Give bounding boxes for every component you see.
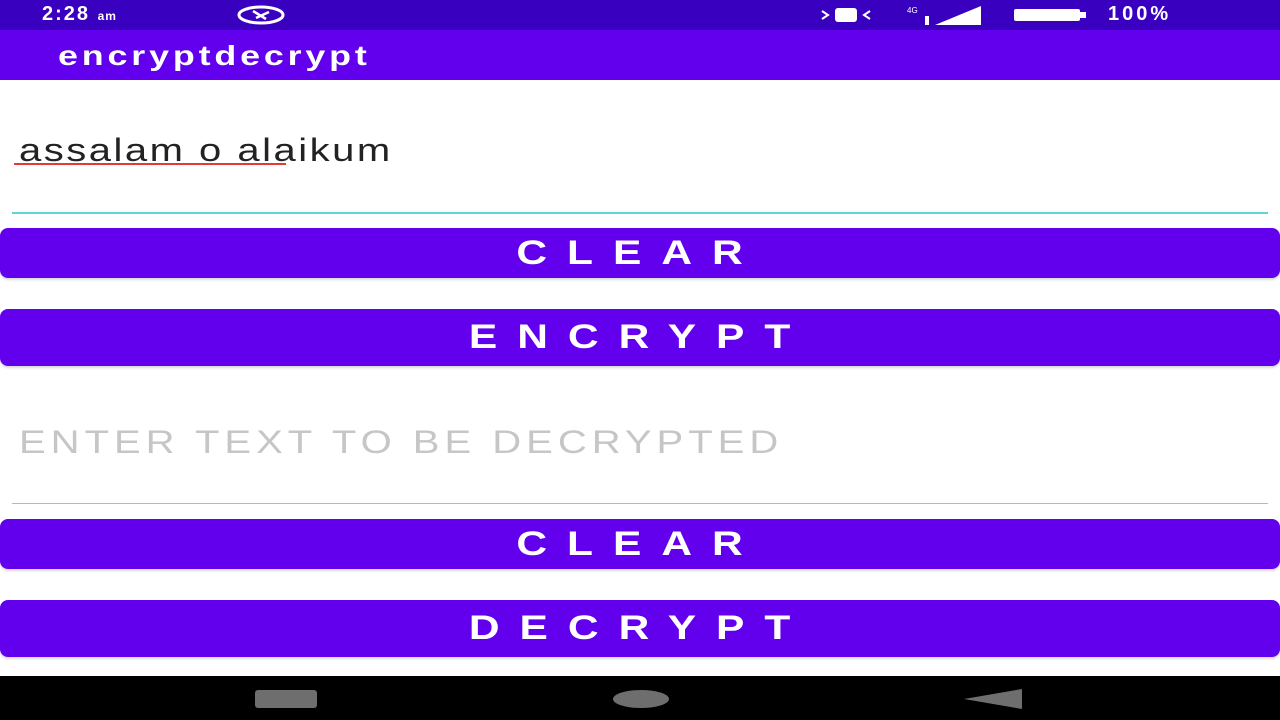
app-title: encryptdecrypt: [58, 40, 371, 71]
back-icon[interactable]: [255, 690, 317, 708]
vibrate-icon: [821, 8, 871, 22]
navigation-bar: [0, 676, 1280, 720]
decrypt-input-underline: [12, 503, 1268, 504]
decrypt-text-input[interactable]: [14, 422, 1269, 462]
app-screen: 2:28 am 4G 100% encryptdecrypt CLEAR: [0, 0, 1280, 720]
clear-decrypt-label: CLEAR: [516, 524, 764, 563]
status-time-value: 2:28: [42, 3, 91, 25]
status-bar: 2:28 am 4G 100%: [0, 0, 1280, 30]
status-time: 2:28 am: [42, 3, 117, 26]
decrypt-label: DECRYPT: [469, 609, 811, 647]
home-icon[interactable]: [613, 690, 669, 708]
sync-icon: [237, 5, 285, 25]
decrypt-button[interactable]: DECRYPT: [0, 600, 1280, 657]
encrypt-label: ENCRYPT: [469, 318, 811, 356]
encrypt-input-underline: [12, 212, 1268, 214]
battery-percent: 100%: [1108, 3, 1172, 25]
spellcheck-underline: [14, 163, 286, 165]
signal-icon: 4G: [907, 6, 981, 25]
svg-text:4G: 4G: [907, 6, 918, 15]
clear-encrypt-label: CLEAR: [516, 233, 764, 272]
clear-decrypt-button[interactable]: CLEAR: [0, 519, 1280, 569]
encrypt-button[interactable]: ENCRYPT: [0, 309, 1280, 366]
clear-encrypt-button[interactable]: CLEAR: [0, 228, 1280, 278]
app-bar: encryptdecrypt: [0, 30, 1280, 80]
battery-icon: [1014, 9, 1086, 21]
status-time-suffix: am: [97, 9, 117, 23]
recent-apps-icon[interactable]: [962, 688, 1024, 710]
